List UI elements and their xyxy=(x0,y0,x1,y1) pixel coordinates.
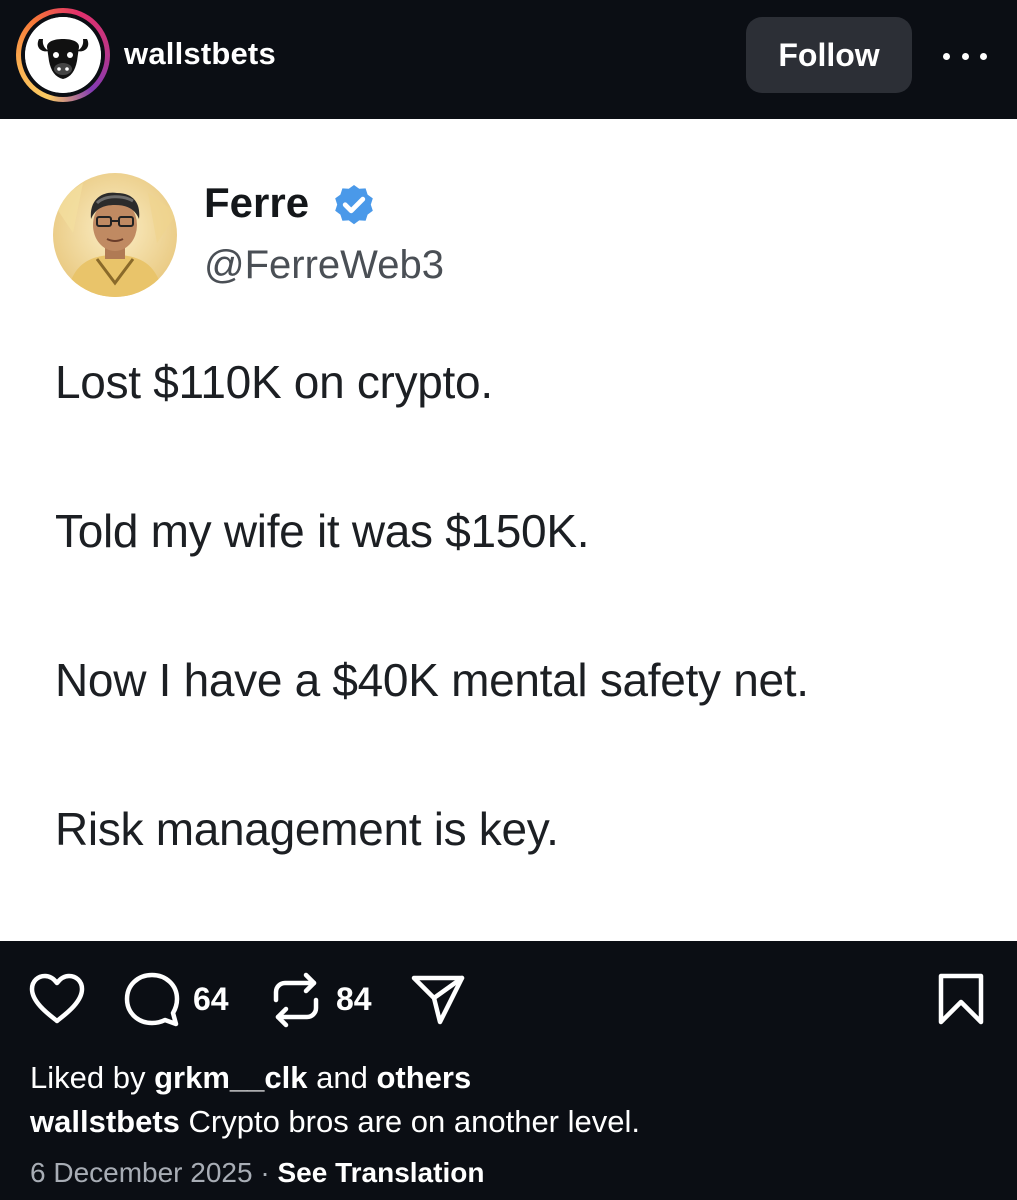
follow-button[interactable]: Follow xyxy=(746,17,912,93)
comment-icon[interactable] xyxy=(124,972,180,1028)
liked-by-others-link[interactable]: others xyxy=(376,1060,471,1095)
post-image[interactable]: Ferre @FerreWeb3 Lost $110K on crypto. T… xyxy=(0,119,1017,941)
author-portrait-icon xyxy=(53,173,177,297)
post-date: 6 December 2025 xyxy=(30,1157,253,1188)
bookmark-icon[interactable] xyxy=(937,972,985,1026)
more-options-icon[interactable] xyxy=(943,46,987,66)
tweet-text-line: Lost $110K on crypto. xyxy=(55,356,493,408)
caption: wallstbets Crypto bros are on another le… xyxy=(30,1104,640,1140)
comment-count: 64 xyxy=(193,981,229,1017)
liked-by-user-link[interactable]: grkm__clk xyxy=(154,1060,307,1095)
separator-dot: · xyxy=(260,1157,270,1188)
tweet-text-line: Risk management is key. xyxy=(55,803,559,855)
post-date-line: 6 December 2025 · See Translation xyxy=(30,1157,484,1189)
tweet-author-avatar xyxy=(53,173,177,297)
liked-by-conjunction: and xyxy=(316,1060,368,1095)
tweet-text-line: Told my wife it was $150K. xyxy=(55,505,590,557)
liked-by-line: Liked by grkm__clk and others xyxy=(30,1060,471,1096)
see-translation-link[interactable]: See Translation xyxy=(277,1157,484,1188)
tweet-author-handle: @FerreWeb3 xyxy=(204,243,444,287)
header-username[interactable]: wallstbets xyxy=(124,36,276,72)
liked-by-prefix: Liked by xyxy=(30,1060,146,1095)
post-header: wallstbets Follow xyxy=(0,0,1017,119)
heart-icon[interactable] xyxy=(28,973,86,1025)
repost-count: 84 xyxy=(336,981,372,1017)
tweet-author-name: Ferre xyxy=(204,179,310,226)
caption-username-link[interactable]: wallstbets xyxy=(30,1104,180,1139)
caption-text: Crypto bros are on another level. xyxy=(188,1104,640,1139)
repost-icon[interactable] xyxy=(270,972,322,1028)
verified-badge-icon xyxy=(335,185,373,225)
bull-logo-icon xyxy=(25,17,101,93)
profile-avatar[interactable] xyxy=(16,8,110,102)
share-icon[interactable] xyxy=(410,972,466,1026)
tweet-text-line: Now I have a $40K mental safety net. xyxy=(55,654,809,706)
